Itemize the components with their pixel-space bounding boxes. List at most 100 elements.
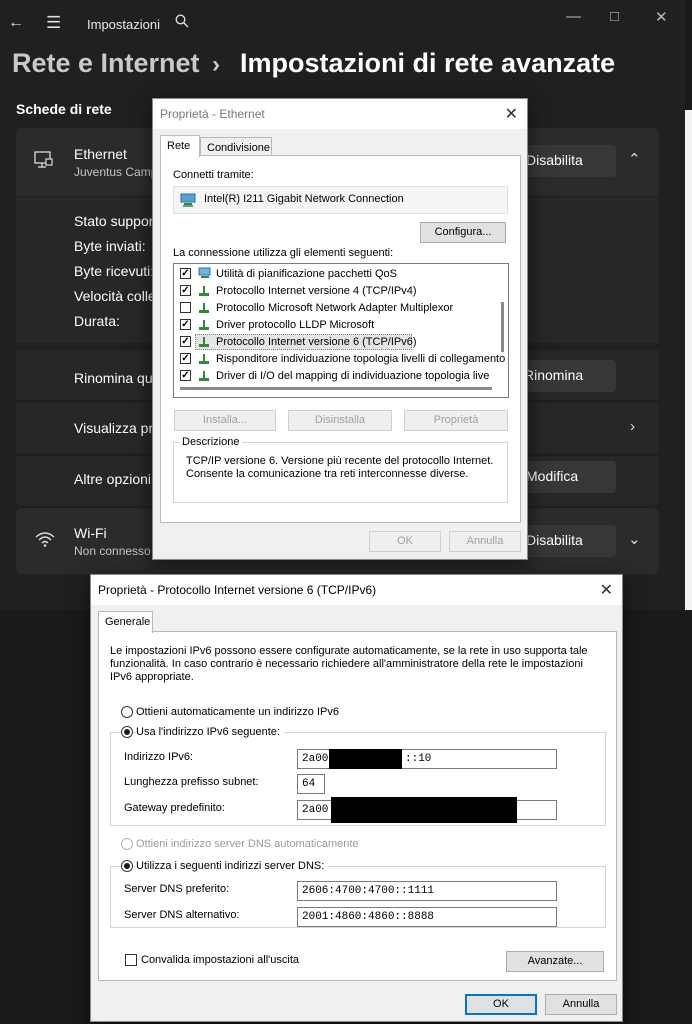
tab-sharing[interactable]: Condivisione xyxy=(200,137,272,156)
validate-label[interactable]: Convalida impostazioni all'uscita xyxy=(141,954,299,966)
auto-ipv6-label[interactable]: Ottieni automaticamente un indirizzo IPv… xyxy=(136,706,339,718)
manual-ipv6-radio[interactable] xyxy=(121,726,133,738)
close-icon[interactable]: ✕ xyxy=(600,580,613,600)
tab-network[interactable]: Rete xyxy=(160,135,200,157)
manual-ipv6-label[interactable]: Usa l'indirizzo IPv6 seguente: xyxy=(136,726,284,738)
manual-dns-radio[interactable] xyxy=(121,860,133,872)
item-checkbox[interactable]: ✓ xyxy=(180,285,191,296)
detail-label: Velocità colle xyxy=(74,288,156,304)
properties-button[interactable]: Proprietà xyxy=(404,410,508,431)
ipv6-address-label: Indirizzo IPv6: xyxy=(124,751,194,763)
detail-label: Stato suppor xyxy=(74,213,154,229)
cancel-button[interactable]: Annulla xyxy=(449,531,521,552)
protocol-icon xyxy=(198,370,210,382)
wifi-icon xyxy=(34,530,56,553)
description-line: TCP/IP versione 6. Versione più recente … xyxy=(186,455,494,467)
redaction-box xyxy=(331,797,517,823)
redaction-box xyxy=(329,749,402,769)
ok-button[interactable]: OK xyxy=(369,531,441,552)
dialog-title: Proprietà - Protocollo Internet versione… xyxy=(98,583,377,597)
scrollbar-thumb[interactable] xyxy=(501,302,504,352)
qos-scheduler-icon xyxy=(198,267,211,279)
subnet-prefix-field[interactable]: 64 xyxy=(297,774,325,794)
back-arrow-icon[interactable]: ← xyxy=(8,14,24,32)
tab-general[interactable]: Generale xyxy=(98,611,153,633)
description-line: Consente la comunicazione tra reti inter… xyxy=(186,468,469,480)
protocol-icon xyxy=(198,353,210,365)
app-title: Impostazioni xyxy=(87,17,160,32)
validate-checkbox[interactable] xyxy=(125,954,137,966)
auto-ipv6-radio[interactable] xyxy=(121,706,133,718)
item-checkbox[interactable]: ✓ xyxy=(180,353,191,364)
rename-button[interactable]: Rinomina xyxy=(520,360,616,392)
ethernet-name: Ethernet xyxy=(74,146,127,162)
alternate-dns-field[interactable]: 2001:4860:4860::8888 xyxy=(297,907,557,927)
search-icon[interactable] xyxy=(175,14,189,33)
auto-dns-label[interactable]: Ottieni indirizzo server DNS automaticam… xyxy=(136,838,359,850)
close-icon[interactable]: ✕ xyxy=(505,104,518,124)
background-window-edge xyxy=(685,110,692,610)
more-options-label: Altre opzioni xyxy=(74,471,152,487)
list-item[interactable]: Driver di I/O del mapping di individuazi… xyxy=(216,370,489,382)
uses-items-label: La connessione utilizza gli elementi seg… xyxy=(173,247,394,259)
intro-line: Le impostazioni IPv6 possono essere conf… xyxy=(110,645,588,657)
list-item[interactable]: Protocollo Internet versione 4 (TCP/IPv4… xyxy=(216,285,417,297)
protocol-icon xyxy=(198,302,210,314)
list-item[interactable]: Protocollo Internet versione 6 (TCP/IPv6… xyxy=(216,336,417,348)
subnet-prefix-label: Lunghezza prefisso subnet: xyxy=(124,776,259,788)
ipv6-properties-dialog: Proprietà - Protocollo Internet versione… xyxy=(90,574,623,1022)
minimize-icon[interactable]: — xyxy=(566,8,581,25)
edit-button[interactable]: Modifica xyxy=(520,461,616,493)
detail-label: Byte inviati: xyxy=(74,238,146,254)
ethernet-monitor-icon xyxy=(34,150,54,175)
chevron-up-icon[interactable]: ⌃ xyxy=(628,150,641,168)
configure-button[interactable]: Configura... xyxy=(420,222,506,243)
hamburger-menu-icon[interactable]: ☰ xyxy=(46,13,61,33)
list-item[interactable]: Driver protocollo LLDP Microsoft xyxy=(216,319,374,331)
ok-button[interactable]: OK xyxy=(465,994,537,1015)
uninstall-button[interactable]: Disinstalla xyxy=(288,410,392,431)
rename-label: Rinomina qu xyxy=(74,370,153,386)
adapter-name: Intel(R) I211 Gigabit Network Connection xyxy=(204,193,404,205)
wifi-disable-button[interactable]: Disabilita xyxy=(520,525,616,557)
maximize-icon[interactable]: □ xyxy=(610,8,619,25)
manual-dns-label[interactable]: Utilizza i seguenti indirizzi server DNS… xyxy=(136,860,329,872)
dialog-title-bar: Proprietà - Protocollo Internet versione… xyxy=(91,575,622,605)
protocol-icon xyxy=(198,336,210,348)
cancel-button[interactable]: Annulla xyxy=(545,994,617,1015)
ethernet-disable-button[interactable]: Disabilita xyxy=(520,145,616,177)
preferred-dns-label: Server DNS preferito: xyxy=(124,883,230,895)
item-checkbox[interactable]: ✓ xyxy=(180,319,191,330)
title-bar: ← ☰ Impostazioni — □ ✕ xyxy=(0,0,685,48)
list-item[interactable]: Utilità di pianificazione pacchetti QoS xyxy=(216,268,397,280)
detail-label: Byte ricevuti: xyxy=(74,263,155,279)
wifi-name: Wi-Fi xyxy=(74,525,107,541)
breadcrumb-network[interactable]: Rete e Internet xyxy=(12,48,200,79)
advanced-button[interactable]: Avanzate... xyxy=(506,951,604,972)
chevron-right-icon[interactable]: › xyxy=(630,418,635,435)
connect-using-label: Connetti tramite: xyxy=(173,169,254,181)
dialog-title: Proprietà - Ethernet xyxy=(160,107,265,121)
install-button[interactable]: Installa... xyxy=(174,410,276,431)
item-checkbox[interactable]: ✓ xyxy=(180,370,191,381)
intro-line: IPv6 appropriate. xyxy=(110,671,194,683)
description-title: Descrizione xyxy=(179,436,243,448)
dialog-title-bar: Proprietà - Ethernet ✕ xyxy=(153,99,527,129)
wifi-subtitle: Non connesso xyxy=(74,544,151,558)
network-adapter-icon xyxy=(180,193,196,210)
list-item[interactable]: Protocollo Microsoft Network Adapter Mul… xyxy=(216,302,453,314)
close-icon[interactable]: ✕ xyxy=(655,8,668,26)
section-title: Schede di rete xyxy=(16,101,112,117)
horizontal-scrollbar[interactable] xyxy=(180,387,492,390)
alternate-dns-label: Server DNS alternativo: xyxy=(124,909,240,921)
chevron-down-icon[interactable]: ⌄ xyxy=(628,530,641,548)
auto-dns-radio[interactable] xyxy=(121,838,133,850)
intro-line: funzionalità. In caso contrario è necess… xyxy=(110,658,583,670)
preferred-dns-field[interactable]: 2606:4700:4700::1111 xyxy=(297,881,557,901)
list-item[interactable]: Risponditore individuazione topologia li… xyxy=(216,353,505,365)
protocol-icon xyxy=(198,285,210,297)
item-checkbox[interactable]: ✓ xyxy=(180,268,191,279)
item-checkbox[interactable]: ✓ xyxy=(180,336,191,347)
item-checkbox[interactable] xyxy=(180,302,191,313)
page-title: Impostazioni di rete avanzate xyxy=(240,48,616,78)
